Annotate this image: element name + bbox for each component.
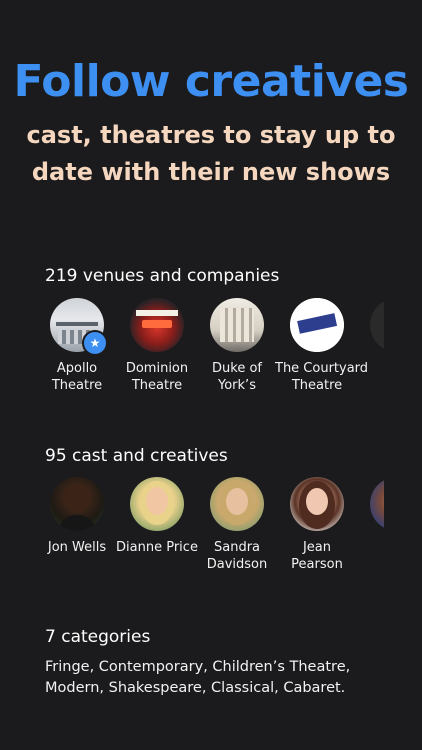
person-label: Jean Pearson <box>291 540 343 572</box>
venue-label: D t <box>355 360 384 394</box>
venue-avatar <box>370 298 384 352</box>
venue-label: Dominion Theatre <box>125 361 189 393</box>
venue-label: Apollo Theatre <box>51 361 103 393</box>
venues-section-title: 219 venues and companies <box>45 266 280 286</box>
cast-card-partial[interactable]: P <box>355 477 384 556</box>
venue-card-apollo[interactable]: ★ Apollo Theatre <box>35 298 119 394</box>
person-avatar <box>50 477 104 531</box>
person-label: Jon Wells <box>47 540 107 555</box>
subheadline-line-1: cast, theatres to stay up to <box>26 121 396 149</box>
person-avatar <box>290 477 344 531</box>
person-label: P <box>355 539 384 556</box>
venue-card-the-courtyard[interactable]: The Courtyard Theatre <box>275 298 369 394</box>
venue-card-partial[interactable]: D t <box>355 298 384 394</box>
categories-list: Fringe, Contemporary, Children’s Theatre… <box>45 659 351 696</box>
star-icon: ★ <box>82 330 108 356</box>
person-label: Sandra Davidson <box>206 540 268 572</box>
cast-section-title: 95 cast and creatives <box>45 446 228 466</box>
venue-avatar: ★ <box>50 298 108 356</box>
cast-row[interactable]: Jon Wells Dianne Price Sandra Davidson J… <box>0 477 384 587</box>
subheadline-line-2: date with their new shows <box>31 158 391 186</box>
person-avatar <box>130 477 184 531</box>
cast-card-sandra-davidson[interactable]: Sandra Davidson <box>195 477 279 573</box>
person-avatar <box>210 477 264 531</box>
subheadline: cast, theatres to stay up to date with t… <box>0 117 422 191</box>
venue-label: Duke of York’s <box>212 361 262 393</box>
cast-card-jean-pearson[interactable]: Jean Pearson <box>275 477 359 573</box>
person-avatar <box>370 477 384 531</box>
venue-avatar <box>210 298 264 352</box>
venue-avatar <box>290 298 344 352</box>
courtyard-logo <box>290 298 344 352</box>
venue-label: The Courtyard Theatre <box>275 361 369 393</box>
venue-card-dominion[interactable]: Dominion Theatre <box>115 298 199 394</box>
venue-card-duke-of-yorks[interactable]: Duke of York’s <box>195 298 279 394</box>
categories-section-title: 7 categories <box>45 627 151 647</box>
cast-card-jon-wells[interactable]: Jon Wells <box>35 477 119 556</box>
venues-row[interactable]: ★ Apollo Theatre Dominion Theatre Duke o… <box>0 298 384 408</box>
person-label: Dianne Price <box>116 540 198 555</box>
headline: Follow creatives <box>13 56 409 107</box>
cast-card-dianne-price[interactable]: Dianne Price <box>115 477 199 556</box>
venue-avatar <box>130 298 184 352</box>
